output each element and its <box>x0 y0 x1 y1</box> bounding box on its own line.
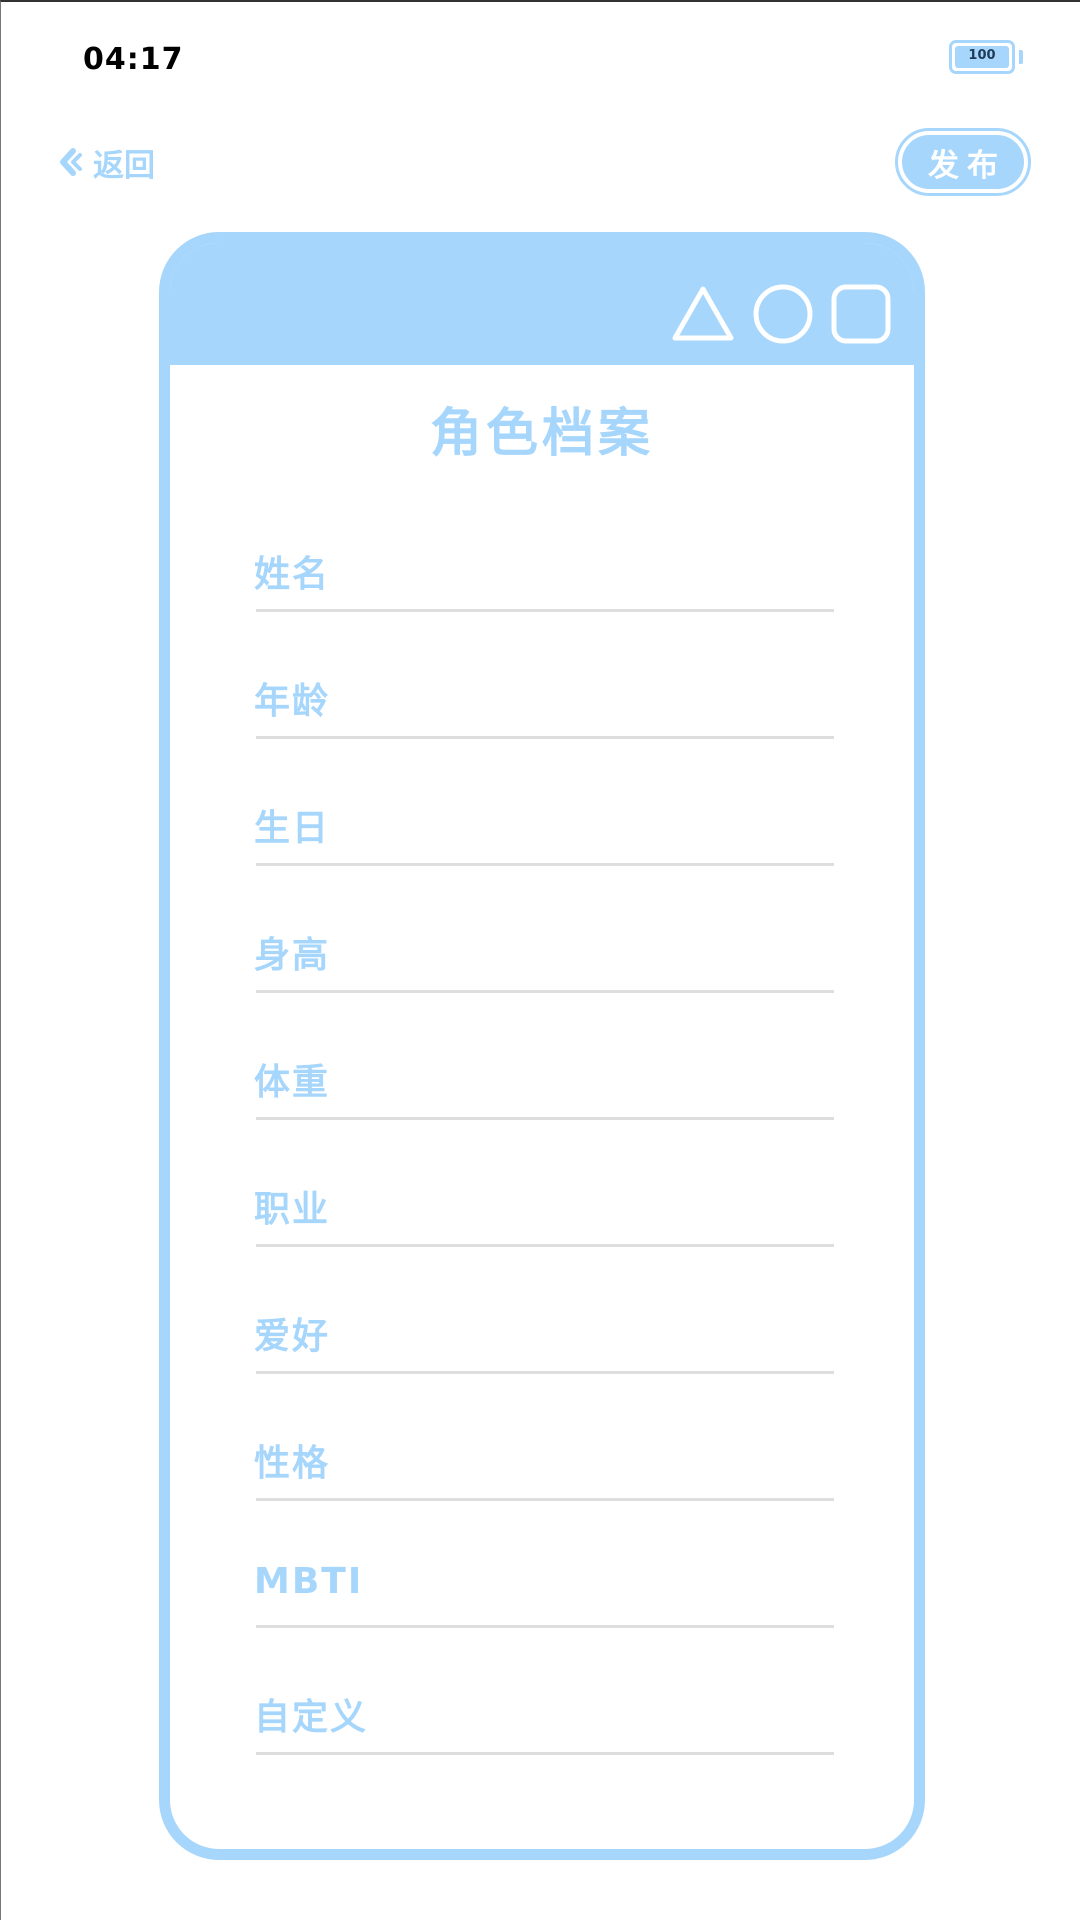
phone-screen: 04:17 100 返回 发布 角色档案 姓名 年龄 生日 身高 体重 职业 爱… <box>0 0 1080 1920</box>
publish-button[interactable]: 发布 <box>895 128 1031 196</box>
chevron-left-icon <box>59 148 83 176</box>
battery-level: 100 <box>968 48 996 63</box>
back-button[interactable]: 返回 <box>59 142 155 184</box>
field-custom[interactable]: 自定义 <box>254 1688 834 1768</box>
field-label: 爱好 <box>254 1316 331 1357</box>
field-occupation[interactable]: 职业 <box>254 1180 834 1260</box>
square-icon <box>830 283 892 345</box>
publish-label: 发布 <box>902 135 1024 189</box>
field-personality[interactable]: 性格 <box>254 1434 834 1514</box>
field-label: 身高 <box>254 935 331 976</box>
card-title: 角色档案 <box>429 404 654 464</box>
field-label: 体重 <box>254 1062 331 1103</box>
field-underline <box>256 1752 834 1755</box>
field-label: 职业 <box>254 1189 331 1230</box>
field-label: MBTI <box>254 1561 364 1602</box>
field-name[interactable]: 姓名 <box>254 545 834 625</box>
field-mbti[interactable]: MBTI <box>254 1561 834 1641</box>
field-underline <box>256 1371 834 1374</box>
field-birthday[interactable]: 生日 <box>254 799 834 879</box>
field-label: 生日 <box>254 808 331 849</box>
field-hobby[interactable]: 爱好 <box>254 1307 834 1387</box>
window-controls <box>670 283 892 345</box>
status-time: 04:17 <box>83 42 184 77</box>
profile-card: 角色档案 姓名 年龄 生日 身高 体重 职业 爱好 性格 MBTI 自定义 <box>159 232 925 1860</box>
field-underline <box>256 1244 834 1247</box>
field-underline <box>256 736 834 739</box>
battery-icon: 100 <box>949 40 1015 74</box>
field-label: 自定义 <box>254 1697 369 1738</box>
field-underline <box>256 1117 834 1120</box>
field-label: 姓名 <box>254 554 331 595</box>
battery-nub <box>1019 50 1023 64</box>
field-weight[interactable]: 体重 <box>254 1053 834 1133</box>
field-underline <box>256 863 834 866</box>
field-age[interactable]: 年龄 <box>254 672 834 752</box>
field-underline <box>256 1498 834 1501</box>
field-underline <box>256 1625 834 1628</box>
field-label: 性格 <box>254 1443 331 1484</box>
field-underline <box>256 990 834 993</box>
card-header <box>170 243 914 365</box>
circle-icon <box>752 283 814 345</box>
field-height[interactable]: 身高 <box>254 926 834 1006</box>
field-underline <box>256 609 834 612</box>
back-label: 返回 <box>93 147 155 184</box>
field-label: 年龄 <box>254 681 331 722</box>
triangle-icon <box>670 284 736 344</box>
